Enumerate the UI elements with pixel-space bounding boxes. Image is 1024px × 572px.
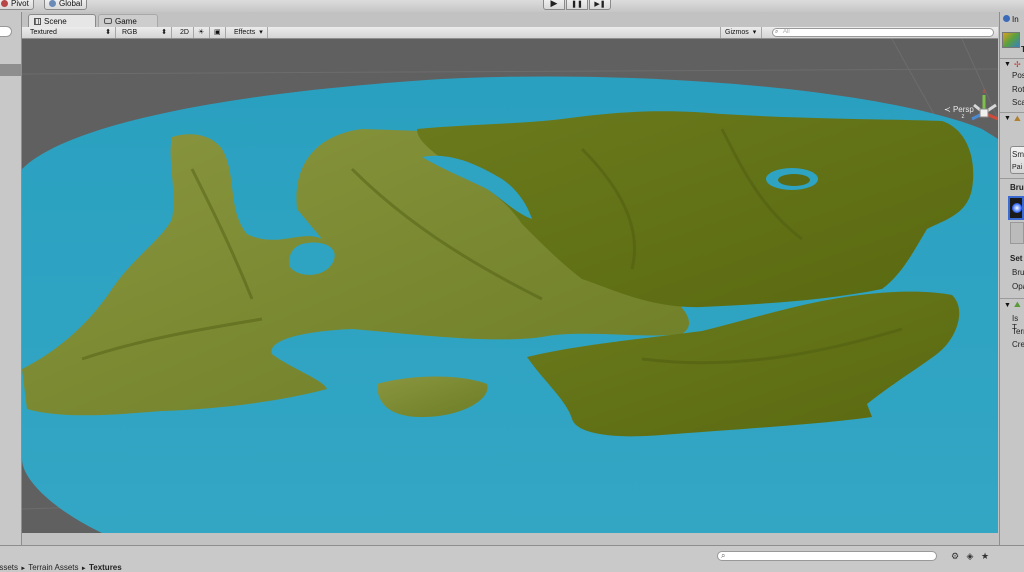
global-label: Global xyxy=(59,0,83,8)
water-lake-inner xyxy=(778,174,810,186)
effects-dropdown[interactable]: Effects ▾ xyxy=(230,27,268,38)
projection-label[interactable]: ≺ Persp xyxy=(944,105,974,114)
info-icon xyxy=(1003,15,1010,22)
play-button[interactable]: ▶ xyxy=(543,0,565,10)
tab-scene-label: Scene xyxy=(44,16,67,26)
scene-icon xyxy=(34,17,41,25)
scene-search-input[interactable]: ⌕ All xyxy=(772,28,994,37)
gizmo-x-label: x xyxy=(983,89,986,95)
inspector-divider xyxy=(1000,298,1024,299)
global-toggle-button[interactable]: Global xyxy=(44,0,88,10)
2d-label: 2D xyxy=(180,29,189,36)
pivot-icon xyxy=(1,0,8,7)
game-icon xyxy=(104,18,112,24)
inspector-divider xyxy=(1000,112,1024,113)
brush-swatch-selected[interactable] xyxy=(1008,196,1024,220)
transform-foldout-icon[interactable]: ▼ xyxy=(1004,61,1011,68)
favorite-star-icon[interactable]: ★ xyxy=(980,551,990,561)
position-label: Pos xyxy=(1012,71,1024,80)
projection-icon: ≺ xyxy=(944,105,951,114)
render-mode-dropdown[interactable]: Textured ⬍ xyxy=(26,27,116,38)
scale-label: Sca xyxy=(1012,98,1024,107)
settings-heading: Set xyxy=(1010,254,1023,263)
filter-type-icon[interactable]: ⚙ xyxy=(950,551,960,561)
globe-icon xyxy=(49,0,56,7)
transform-icon: ✢ xyxy=(1014,60,1021,69)
dropdown-arrow-icon: ⬍ xyxy=(105,29,111,36)
rotation-label: Rot xyxy=(1012,85,1024,94)
tab-game-label: Game xyxy=(115,16,137,26)
brush-size-label: Bru xyxy=(1012,268,1024,277)
tab-game[interactable]: Game xyxy=(98,14,158,27)
terrain-render xyxy=(22,39,998,533)
paint-label: Pai xyxy=(1012,164,1023,171)
dropdown-arrow-icon: ⬍ xyxy=(161,29,167,36)
render-mode-value: Textured xyxy=(30,29,57,36)
step-icon: ▶❚ xyxy=(594,0,606,8)
terrain-component-icon: ⛰ xyxy=(1014,114,1021,123)
image-icon: ▣ xyxy=(214,29,221,36)
main-toolbar: Pivot Global ▶ ❚❚ ▶❚ xyxy=(0,0,1024,12)
brush-swatch[interactable] xyxy=(1010,222,1024,244)
lighting-toggle-button[interactable]: ☀ xyxy=(194,27,210,38)
hierarchy-selected-row[interactable] xyxy=(0,64,22,76)
pivot-label: Pivot xyxy=(11,0,29,8)
terrain-object-icon xyxy=(1002,32,1020,48)
collider-icon: ⛰ xyxy=(1014,300,1021,309)
pause-icon: ❚❚ xyxy=(571,0,583,8)
tab-inspector-label: In xyxy=(1012,15,1019,24)
project-search-input[interactable]: ⌕ xyxy=(717,551,937,561)
create-trees-label: Cre xyxy=(1012,340,1024,349)
tab-scene[interactable]: Scene xyxy=(28,14,96,27)
label-tag-icon[interactable]: ◈ xyxy=(965,551,975,561)
terrain-foldout-icon[interactable]: ▼ xyxy=(1004,115,1011,122)
smooth-label: Sm xyxy=(1012,150,1024,159)
pause-button[interactable]: ❚❚ xyxy=(566,0,588,10)
gizmos-dropdown[interactable]: Gizmos ▾ xyxy=(720,27,762,38)
brushes-heading: Bru xyxy=(1010,183,1024,192)
breadcrumb-separator-icon: ► xyxy=(20,566,27,572)
inspector-divider xyxy=(1000,178,1024,179)
dropdown-arrow-icon: ▾ xyxy=(752,29,757,36)
hierarchy-panel-edge xyxy=(0,12,22,552)
step-button[interactable]: ▶❚ xyxy=(589,0,611,10)
opacity-label: Opa xyxy=(1012,282,1024,291)
breadcrumb-separator-icon: ► xyxy=(80,566,87,572)
scene-search-placeholder: All xyxy=(783,29,790,35)
scene-viewport[interactable]: x z ≺ Persp xyxy=(22,39,998,533)
scene-view-toolbar: Textured ⬍ RGB ⬍ 2D ☀ ▣ Effects ▾ Gizmos… xyxy=(22,27,998,39)
hierarchy-search-field[interactable] xyxy=(0,26,12,37)
breadcrumb-item-terrain-assets[interactable]: Terrain Assets xyxy=(28,563,78,572)
terrain-data-label: Terr xyxy=(1012,327,1024,336)
collider-foldout-icon[interactable]: ▼ xyxy=(1004,302,1011,309)
tab-inspector[interactable]: In xyxy=(1003,15,1019,24)
projection-text: Persp xyxy=(952,105,974,114)
color-mode-value: RGB xyxy=(122,29,138,36)
gizmos-label: Gizmos xyxy=(725,29,749,36)
audio-toggle-button[interactable]: ▣ xyxy=(210,27,226,38)
pivot-toggle-button[interactable]: Pivot xyxy=(0,0,34,10)
dropdown-arrow-icon: ▾ xyxy=(259,29,263,36)
breadcrumb-item-assets[interactable]: Assets xyxy=(0,563,18,572)
effects-label: Effects xyxy=(234,29,256,36)
breadcrumb: Assets ► Terrain Assets ► Textures xyxy=(0,563,122,572)
search-icon: ⌕ xyxy=(721,551,726,560)
sun-icon: ☀ xyxy=(198,29,205,36)
2d-toggle-button[interactable]: 2D xyxy=(176,27,194,38)
color-mode-dropdown[interactable]: RGB ⬍ xyxy=(118,27,172,38)
gizmo-z-label: z xyxy=(962,114,965,120)
breadcrumb-item-textures[interactable]: Textures xyxy=(89,563,122,572)
play-icon: ▶ xyxy=(550,0,558,8)
inspector-divider xyxy=(1000,58,1024,59)
search-icon: ⌕ xyxy=(775,29,779,35)
